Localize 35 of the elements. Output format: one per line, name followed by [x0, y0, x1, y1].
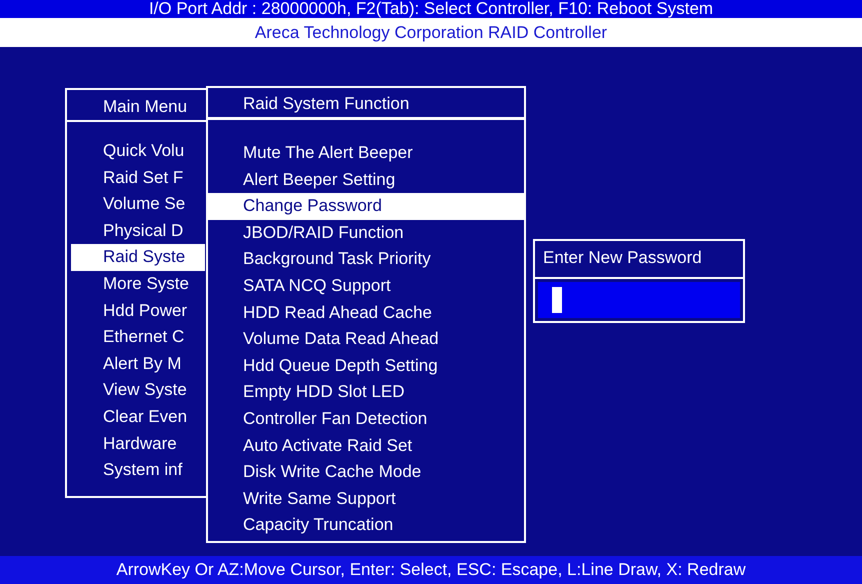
menu-item[interactable]: Mute The Alert Beeper: [208, 140, 524, 167]
menu-item[interactable]: SATA NCQ Support: [208, 272, 524, 300]
menu-item[interactable]: Ethernet C: [71, 324, 205, 351]
menu-item[interactable]: JBOD/RAID Function: [208, 220, 524, 246]
menu-item[interactable]: Hardware: [71, 430, 205, 458]
menu-item[interactable]: Auto Activate Raid Set: [208, 432, 524, 460]
menu-item[interactable]: Alert Beeper Setting: [208, 166, 524, 194]
menu-item[interactable]: Raid Syste: [71, 244, 205, 271]
status-bar: ArrowKey Or AZ:Move Cursor, Enter: Select, ESC: Escape, L:Line Draw, X: Redraw: [0, 556, 862, 584]
menu-item[interactable]: Capacity Truncation: [208, 512, 524, 539]
menu-item[interactable]: Hdd Queue Depth Setting: [208, 352, 524, 380]
dialog-title: Enter New Password: [535, 241, 743, 279]
menu-item[interactable]: Hdd Power: [71, 298, 205, 324]
password-field[interactable]: [538, 282, 740, 318]
title-bar: Areca Technology Corporation RAID Controller: [0, 18, 862, 47]
menu-item[interactable]: Volume Data Read Ahead: [208, 326, 524, 353]
menu-item[interactable]: Disk Write Cache Mode: [208, 459, 524, 486]
menu-item[interactable]: Controller Fan Detection: [208, 406, 524, 433]
menu-item[interactable]: System inf: [71, 457, 205, 484]
menu-item[interactable]: Volume Se: [71, 191, 205, 218]
menu-item[interactable]: Empty HDD Slot LED: [208, 379, 524, 406]
menu-item[interactable]: Raid Set F: [71, 164, 205, 192]
menu-item[interactable]: More Syste: [71, 270, 205, 298]
menu-item[interactable]: Change Password: [208, 193, 524, 220]
submenu-title: Raid System Function: [208, 88, 524, 120]
menu-item[interactable]: Alert By M: [71, 350, 205, 378]
menu-item[interactable]: HDD Read Ahead Cache: [208, 300, 524, 326]
hint-bar: I/O Port Addr : 28000000h, F2(Tab): Select Controller, F10: Reboot System: [0, 0, 862, 18]
menu-item[interactable]: Quick Volu: [71, 138, 205, 165]
text-cursor-icon: [552, 287, 562, 313]
menu-item[interactable]: Clear Even: [71, 404, 205, 431]
menu-item[interactable]: Physical D: [71, 218, 205, 244]
menu-item[interactable]: Background Task Priority: [208, 246, 524, 273]
menu-item[interactable]: Write Same Support: [208, 486, 524, 512]
menu-item[interactable]: View Syste: [71, 377, 205, 404]
